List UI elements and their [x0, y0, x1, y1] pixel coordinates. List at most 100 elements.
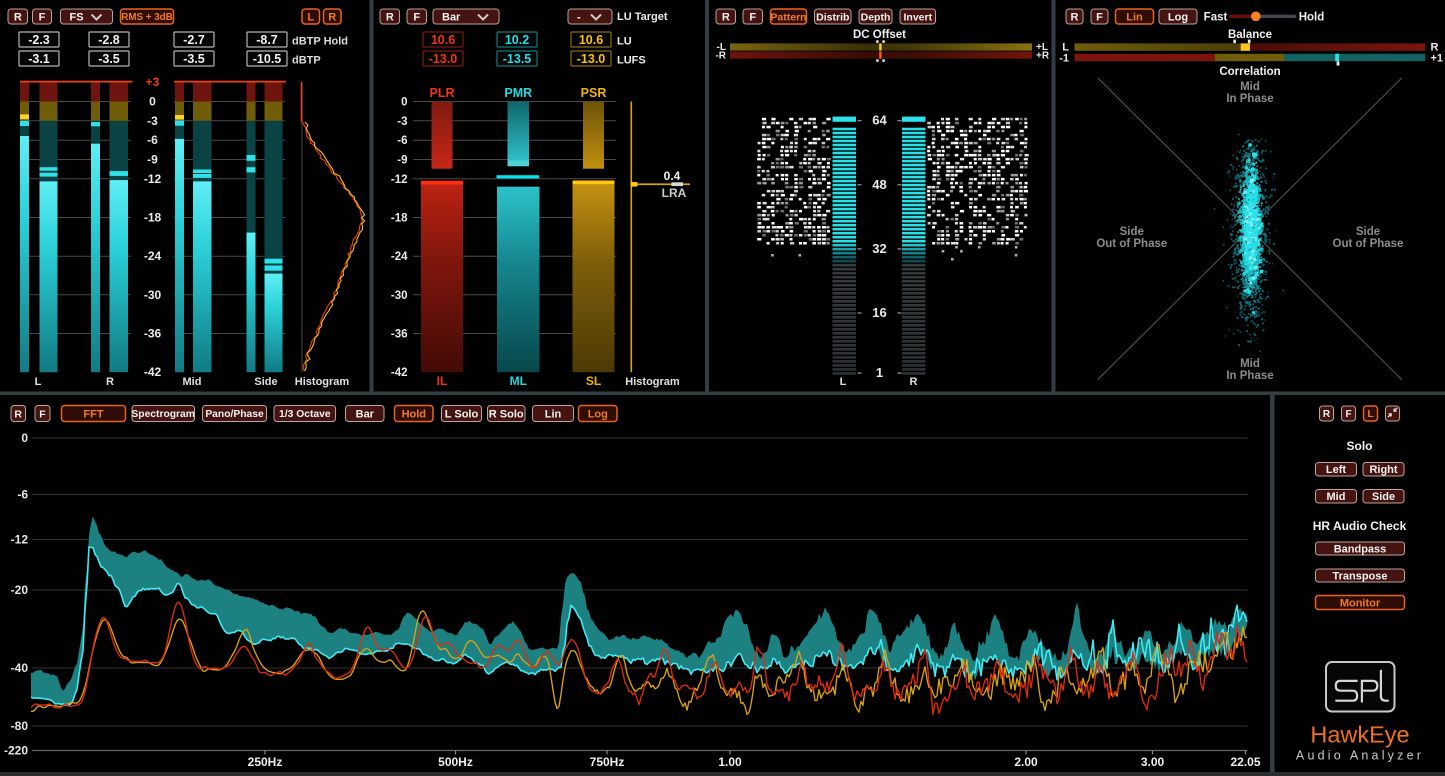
svg-text:-2.7: -2.7: [183, 33, 205, 47]
svg-text:FS: FS: [70, 12, 84, 24]
svg-text:32: 32: [872, 241, 886, 256]
svg-text:Log: Log: [588, 409, 608, 421]
svg-text:Side: Side: [1372, 491, 1395, 503]
svg-text:IL: IL: [437, 374, 448, 388]
svg-text:Side: Side: [1120, 226, 1144, 238]
svg-text:-6: -6: [397, 135, 407, 147]
svg-text:-13.5: -13.5: [503, 52, 532, 66]
svg-text:R: R: [1071, 12, 1079, 24]
svg-text:Histogram: Histogram: [295, 376, 350, 388]
svg-text:750Hz: 750Hz: [590, 755, 625, 769]
svg-text:10.2: 10.2: [505, 33, 529, 47]
svg-text:Audio Analyzer: Audio Analyzer: [1296, 749, 1424, 763]
svg-text:SL: SL: [586, 374, 601, 388]
svg-text:-6: -6: [17, 488, 28, 502]
svg-text:R Solo: R Solo: [489, 409, 524, 421]
svg-text:Monitor: Monitor: [1340, 598, 1381, 610]
svg-text:Lin: Lin: [545, 409, 562, 421]
svg-text:+3: +3: [146, 75, 160, 89]
svg-text:R: R: [106, 376, 114, 388]
svg-text:22.05: 22.05: [1230, 755, 1260, 769]
svg-text:Histogram: Histogram: [625, 376, 680, 388]
svg-text:R: R: [386, 12, 394, 24]
svg-text:-12: -12: [144, 172, 162, 186]
svg-text:500Hz: 500Hz: [438, 755, 473, 769]
svg-text:Out of Phase: Out of Phase: [1096, 238, 1167, 250]
svg-text:0: 0: [149, 95, 156, 109]
svg-text:L: L: [35, 376, 42, 388]
svg-text:-3: -3: [397, 116, 407, 128]
svg-text:-220: -220: [4, 744, 28, 758]
svg-text:-24: -24: [391, 251, 408, 263]
svg-text:-6: -6: [147, 133, 158, 147]
svg-text:1/3 Octave: 1/3 Octave: [279, 409, 331, 420]
svg-text:Mid: Mid: [183, 376, 202, 388]
svg-text:-2.8: -2.8: [98, 33, 120, 47]
svg-text:HR Audio Check: HR Audio Check: [1313, 519, 1407, 533]
svg-text:Solo: Solo: [1347, 439, 1373, 453]
svg-text:-3.1: -3.1: [28, 52, 50, 66]
svg-text:dBTP: dBTP: [292, 55, 321, 67]
svg-text:F: F: [749, 12, 756, 24]
svg-text:-12: -12: [391, 174, 408, 186]
svg-text:PMR: PMR: [504, 86, 532, 100]
svg-text:Out of Phase: Out of Phase: [1333, 238, 1404, 250]
svg-text:-40: -40: [11, 661, 29, 675]
svg-text:HawkEye: HawkEye: [1310, 722, 1409, 748]
svg-text:Side: Side: [254, 376, 277, 388]
svg-text:2.00: 2.00: [1014, 755, 1038, 769]
svg-text:LU Target: LU Target: [617, 11, 668, 23]
svg-text:Hold: Hold: [402, 409, 426, 421]
svg-text:Mid: Mid: [1240, 81, 1260, 93]
svg-text:F: F: [1096, 12, 1103, 24]
svg-text:R: R: [14, 12, 22, 24]
svg-text:-1: -1: [1059, 53, 1069, 65]
svg-text:-3.5: -3.5: [98, 52, 120, 66]
svg-text:L: L: [840, 376, 847, 388]
svg-text:F: F: [1345, 409, 1351, 420]
svg-text:0: 0: [21, 431, 28, 445]
svg-text:FFT: FFT: [83, 409, 103, 421]
svg-text:-80: -80: [11, 719, 29, 733]
svg-text:-18: -18: [144, 211, 162, 225]
svg-text:F: F: [413, 12, 420, 24]
svg-text:-9: -9: [397, 155, 407, 167]
svg-text:In Phase: In Phase: [1226, 93, 1273, 105]
svg-text:Hold: Hold: [1299, 12, 1325, 24]
svg-text:Bar: Bar: [356, 409, 375, 421]
svg-text:-12: -12: [11, 533, 29, 547]
svg-text:3.00: 3.00: [1141, 755, 1165, 769]
svg-text:-30: -30: [144, 288, 162, 302]
svg-text:Depth: Depth: [861, 11, 891, 23]
svg-text:Mid: Mid: [1327, 491, 1346, 503]
svg-text:-3: -3: [147, 114, 158, 128]
svg-text:-18: -18: [391, 213, 408, 225]
svg-text:-24: -24: [144, 249, 162, 263]
svg-text:-8.7: -8.7: [256, 33, 278, 47]
svg-text:PSR: PSR: [581, 86, 607, 100]
svg-text:16: 16: [872, 305, 886, 320]
svg-text:Left: Left: [1326, 464, 1347, 476]
svg-text:+R: +R: [1036, 50, 1050, 61]
svg-text:-: -: [577, 12, 581, 24]
svg-text:L: L: [307, 12, 314, 24]
svg-text:R: R: [1323, 409, 1331, 420]
svg-text:LU: LU: [617, 36, 632, 48]
svg-text:PLR: PLR: [430, 86, 455, 100]
svg-text:-36: -36: [144, 327, 162, 341]
svg-text:Log: Log: [1168, 12, 1188, 24]
svg-text:Right: Right: [1369, 464, 1397, 476]
svg-text:Bar: Bar: [442, 12, 461, 24]
svg-text:-9: -9: [147, 153, 158, 167]
svg-text:0.4: 0.4: [664, 169, 681, 183]
svg-text:Lin: Lin: [1126, 12, 1143, 24]
svg-text:Pattern: Pattern: [770, 11, 806, 23]
svg-text:Fast: Fast: [1204, 12, 1228, 24]
svg-text:10.6: 10.6: [431, 33, 455, 47]
svg-text:F: F: [39, 12, 46, 24]
svg-text:In Phase: In Phase: [1226, 370, 1273, 382]
svg-text:Invert: Invert: [904, 11, 933, 23]
svg-text:Pano/Phase: Pano/Phase: [205, 409, 264, 420]
svg-text:R: R: [910, 376, 918, 388]
svg-text:-36: -36: [391, 329, 408, 341]
